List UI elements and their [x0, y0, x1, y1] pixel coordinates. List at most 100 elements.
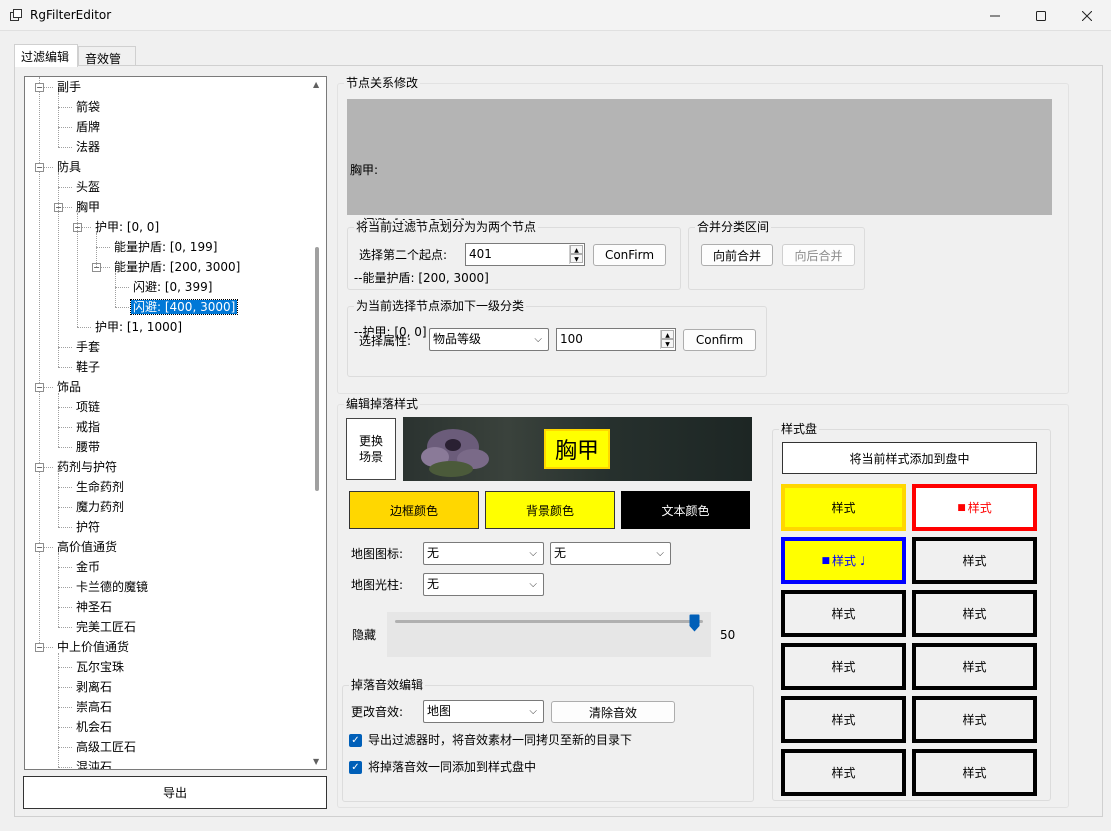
style-slot[interactable]: 样式	[912, 749, 1037, 796]
border-color-button[interactable]: 边框颜色	[349, 491, 479, 529]
collapse-icon[interactable]: −	[35, 543, 44, 552]
style-slot[interactable]: 样式	[912, 696, 1037, 743]
spin-down-icon[interactable]: ▼	[570, 254, 583, 263]
style-slot[interactable]: 样式	[912, 643, 1037, 690]
tree-node[interactable]: 法器	[74, 137, 102, 157]
clear-sound-button[interactable]: 清除音效	[551, 701, 675, 723]
tree-node[interactable]: 饰品	[55, 377, 83, 397]
tree-node[interactable]: 混沌石	[74, 757, 114, 769]
add-sound-checkbox[interactable]: ✓	[349, 761, 362, 774]
merge-backward-button[interactable]: 向后合并	[782, 244, 855, 266]
tree-node-label: 副手	[57, 80, 82, 94]
tree-node[interactable]: 盾牌	[74, 117, 102, 137]
export-button[interactable]: 导出	[23, 776, 327, 809]
tree-node[interactable]: 剥离石	[74, 677, 114, 697]
tree-node[interactable]: 魔力药剂	[74, 497, 126, 517]
tree-connector	[58, 347, 72, 348]
tree-node[interactable]: 能量护盾: [0, 199]	[112, 237, 219, 257]
maximize-button[interactable]	[1018, 0, 1064, 31]
collapse-icon[interactable]: −	[35, 383, 44, 392]
tree-scrollbar[interactable]: ▲ ▼	[309, 77, 326, 769]
tree-node[interactable]: 金币	[74, 557, 102, 577]
scroll-thumb[interactable]	[315, 247, 319, 491]
hide-slider[interactable]	[387, 612, 711, 657]
tree-node[interactable]: 生命药剂	[74, 477, 126, 497]
text-color-button[interactable]: 文本颜色	[621, 491, 750, 529]
tree-node-label: 神圣石	[76, 600, 113, 614]
tab-filter-edit[interactable]: 过滤编辑	[14, 44, 78, 67]
spin-up-icon[interactable]: ▲	[661, 330, 674, 339]
beam-label: 地图光柱:	[351, 578, 404, 592]
scroll-up-icon[interactable]: ▲	[313, 80, 319, 89]
tree-node[interactable]: 中上价值通货	[55, 637, 131, 657]
attribute-value-input[interactable]: 100 ▲ ▼	[556, 328, 676, 351]
style-slot[interactable]: ■ 样式	[912, 484, 1037, 531]
tree-node[interactable]: 护甲: [1, 1000]	[93, 317, 184, 337]
map-icon-select-1[interactable]: 无 ⌵	[423, 542, 544, 565]
collapse-icon[interactable]: −	[35, 163, 44, 172]
collapse-icon[interactable]: −	[35, 83, 44, 92]
tree-node[interactable]: 防具	[55, 157, 83, 177]
spin-up-icon[interactable]: ▲	[570, 245, 583, 254]
tree-node[interactable]: 腰带	[74, 437, 102, 457]
tree-node[interactable]: 手套	[74, 337, 102, 357]
tree-node[interactable]: 闪避: [400, 3000]	[129, 297, 239, 317]
tree-node[interactable]: 副手	[55, 77, 83, 97]
tree-node[interactable]: 戒指	[74, 417, 102, 437]
tree-node[interactable]: 护甲: [0, 0]	[93, 217, 161, 237]
add-style-button[interactable]: 将当前样式添加到盘中	[782, 442, 1037, 474]
tree-node[interactable]: 药剂与护符	[55, 457, 119, 477]
style-slot[interactable]: ■ 样式 ♩	[781, 537, 906, 584]
collapse-icon[interactable]: −	[35, 643, 44, 652]
tree-node[interactable]: 崇高石	[74, 697, 114, 717]
add-child-confirm-button[interactable]: Confirm	[683, 329, 756, 351]
merge-forward-button[interactable]: 向前合并	[701, 244, 773, 266]
tree-node[interactable]: 神圣石	[74, 597, 114, 617]
close-button[interactable]	[1064, 0, 1110, 31]
style-slot[interactable]: 样式	[912, 590, 1037, 637]
tree-node[interactable]: 护符	[74, 517, 102, 537]
tree-node[interactable]: 完美工匠石	[74, 617, 138, 637]
copy-sound-checkbox[interactable]: ✓	[349, 734, 362, 747]
split-spinner[interactable]: ▲ ▼	[569, 245, 583, 264]
map-icon-select-2[interactable]: 无 ⌵	[550, 542, 671, 565]
tree-node[interactable]: 闪避: [0, 399]	[131, 277, 214, 297]
tree-node[interactable]: 鞋子	[74, 357, 102, 377]
tree-node[interactable]: 项链	[74, 397, 102, 417]
minimize-icon	[990, 15, 1000, 16]
spin-down-icon[interactable]: ▼	[661, 339, 674, 348]
collapse-icon[interactable]: −	[35, 463, 44, 472]
tree-node[interactable]: 头盔	[74, 177, 102, 197]
style-slot[interactable]: 样式	[781, 484, 906, 531]
change-scene-button[interactable]: 更换 场景	[346, 418, 396, 480]
style-slot[interactable]: 样式	[781, 590, 906, 637]
tree-node[interactable]: 能量护盾: [200, 3000]	[112, 257, 242, 277]
tree-node[interactable]: 瓦尔宝珠	[74, 657, 126, 677]
tree-connector	[58, 447, 72, 448]
style-slot[interactable]: 样式	[912, 537, 1037, 584]
filter-tree[interactable]: − 副手箭袋 盾牌 法器 − 防具 头盔 − 胸甲 − 护甲: [0, 0] 能量护盾: [0, 19…	[24, 76, 327, 770]
tree-node[interactable]: 机会石	[74, 717, 114, 737]
tree-node[interactable]: 高级工匠石	[74, 737, 138, 757]
split-confirm-button[interactable]: ConFirm	[593, 244, 666, 266]
style-slot[interactable]: 样式	[781, 696, 906, 743]
tree-node[interactable]: 箭袋	[74, 97, 102, 117]
style-slot[interactable]: 样式	[781, 749, 906, 796]
tree-node[interactable]: 胸甲	[74, 197, 102, 217]
tree-connector	[58, 587, 72, 588]
scroll-down-icon[interactable]: ▼	[313, 757, 319, 766]
map-icon-value-1: 无	[427, 546, 440, 560]
minimize-button[interactable]	[972, 0, 1018, 31]
split-start-input[interactable]: 401 ▲ ▼	[465, 243, 585, 266]
slider-thumb[interactable]	[689, 614, 700, 632]
tree-node[interactable]: 高价值通货	[55, 537, 119, 557]
tree-node[interactable]: 卡兰德的魔镜	[74, 577, 150, 597]
tree-connector	[58, 527, 72, 528]
beam-select[interactable]: 无 ⌵	[423, 573, 544, 596]
tree-node-label: 能量护盾: [0, 199]	[114, 240, 218, 254]
attribute-select[interactable]: 物品等级 ⌵	[429, 328, 549, 351]
style-slot[interactable]: 样式	[781, 643, 906, 690]
background-color-button[interactable]: 背景颜色	[485, 491, 615, 529]
attribute-spinner[interactable]: ▲ ▼	[660, 330, 674, 349]
sound-select[interactable]: 地图 ⌵	[423, 700, 544, 723]
